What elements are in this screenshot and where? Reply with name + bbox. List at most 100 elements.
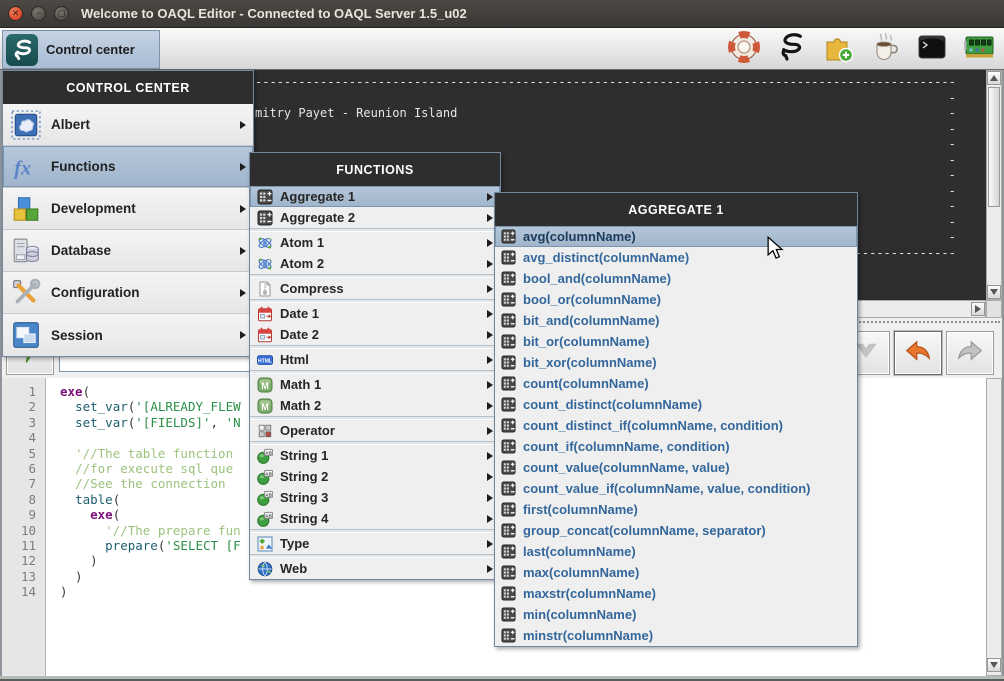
scroll-up-icon[interactable] (987, 71, 1001, 85)
menu-item-date-1[interactable]: Date 1 (250, 303, 500, 324)
menu-item-count-distinct-if-columnname-condition[interactable]: count_distinct_if(columnName, condition) (495, 415, 857, 436)
editor-vertical-scrollbar[interactable] (986, 378, 1002, 676)
menu-item-label: Type (280, 536, 309, 551)
undo-button[interactable] (894, 331, 942, 375)
line-number: 9 (2, 507, 36, 522)
aggregate1-menu: AGGREGATE 1 avg(columnName) avg_distinct(… (494, 192, 858, 647)
scroll-right-icon[interactable] (971, 302, 985, 316)
menu-item-bit-xor-columnname[interactable]: bit_xor(columnName) (495, 352, 857, 373)
menu-item-last-columnname[interactable]: last(columnName) (495, 541, 857, 562)
aggregate-icon (501, 460, 516, 475)
menu-item-functions[interactable]: fxFunctions (3, 146, 253, 188)
snake-button[interactable] (774, 32, 808, 66)
minimize-window-icon[interactable]: − (31, 6, 46, 21)
menu-item-count-if-columnname-condition[interactable]: count_if(columnName, condition) (495, 436, 857, 457)
submenu-arrow-icon (240, 331, 246, 339)
undo-icon (903, 335, 933, 370)
menu-item-operator[interactable]: Operator (250, 420, 500, 441)
submenu-arrow-icon (240, 205, 246, 213)
menu-item-maxstr-columnname[interactable]: maxstr(columnName) (495, 583, 857, 604)
menu-item-aggregate-2[interactable]: Aggregate 2 (250, 207, 500, 228)
aggregate-icon (501, 418, 516, 433)
menu-item-math-2[interactable]: MMath 2 (250, 395, 500, 416)
close-window-icon[interactable]: ✕ (8, 6, 23, 21)
atom-icon (257, 235, 273, 251)
console-vertical-scrollbar[interactable] (986, 70, 1002, 300)
menu-item-database[interactable]: Database (3, 230, 253, 272)
line-number: 3 (2, 415, 36, 430)
line-number: 4 (2, 430, 36, 445)
menu-item-bool-or-columnname[interactable]: bool_or(columnName) (495, 289, 857, 310)
menu-item-label: Session (51, 328, 103, 343)
main-toolbar: Control center (0, 28, 1004, 70)
menu-item-web[interactable]: Web (250, 558, 500, 579)
svg-text:M: M (261, 402, 269, 412)
help-lifering-button[interactable] (727, 32, 761, 66)
puzzle-icon (822, 31, 854, 68)
svg-text:fx: fx (14, 157, 31, 179)
menu-item-label: bool_and(columnName) (523, 271, 671, 286)
menu-item-count-distinct-columnname[interactable]: count_distinct(columnName) (495, 394, 857, 415)
menu-item-session[interactable]: Session (3, 314, 253, 356)
menu-item-max-columnname[interactable]: max(columnName) (495, 562, 857, 583)
submenu-arrow-icon (487, 285, 493, 293)
menu-item-math-1[interactable]: MMath 1 (250, 374, 500, 395)
menu-item-string-1[interactable]: ABString 1 (250, 445, 500, 466)
functions-menu: FUNCTIONS Aggregate 1Aggregate 2Atom 1At… (249, 152, 501, 580)
console-line: - (255, 91, 986, 107)
menu-item-count-value-if-columnname-value-condition[interactable]: count_value_if(columnName, value, condit… (495, 478, 857, 499)
menu-item-compress[interactable]: Compress (250, 278, 500, 299)
redo-button[interactable] (946, 331, 994, 375)
plugin-add-button[interactable] (821, 32, 855, 66)
scroll-down-icon[interactable] (987, 285, 1001, 299)
aggregate-icon (501, 397, 516, 412)
menu-item-bit-and-columnname[interactable]: bit_and(columnName) (495, 310, 857, 331)
menu-item-label: Compress (280, 281, 344, 296)
menu-item-string-2[interactable]: ABString 2 (250, 466, 500, 487)
menu-item-label: avg_distinct(columnName) (523, 250, 689, 265)
menu-item-min-columnname[interactable]: min(columnName) (495, 604, 857, 625)
menu-item-avg-columnname[interactable]: avg(columnName) (495, 226, 857, 247)
console-scroll-thumb[interactable] (988, 87, 1000, 207)
menu-item-label: Albert (51, 117, 90, 132)
menu-item-label: count_if(columnName, condition) (523, 439, 730, 454)
aggregate1-menu-header: AGGREGATE 1 (495, 193, 857, 226)
menu-item-label: bit_xor(columnName) (523, 355, 657, 370)
menu-item-label: Database (51, 243, 111, 258)
control-center-button[interactable]: Control center (2, 30, 160, 69)
memory-card-button[interactable] (962, 32, 996, 66)
aggregate-icon (501, 229, 516, 244)
menu-item-label: bit_and(columnName) (523, 313, 660, 328)
menu-item-label: group_concat(columnName, separator) (523, 523, 766, 538)
menu-item-group-concat-columnname-separator[interactable]: group_concat(columnName, separator) (495, 520, 857, 541)
menu-item-development[interactable]: Development (3, 188, 253, 230)
menu-item-string-4[interactable]: ABString 4 (250, 508, 500, 529)
menu-item-count-columnname[interactable]: count(columnName) (495, 373, 857, 394)
scroll-down-icon[interactable] (987, 658, 1001, 672)
menu-item-atom-1[interactable]: Atom 1 (250, 232, 500, 253)
menu-item-bit-or-columnname[interactable]: bit_or(columnName) (495, 331, 857, 352)
menu-item-bool-and-columnname[interactable]: bool_and(columnName) (495, 268, 857, 289)
menu-item-first-columnname[interactable]: first(columnName) (495, 499, 857, 520)
maximize-window-icon[interactable]: ◻ (54, 6, 69, 21)
menu-item-configuration[interactable]: Configuration (3, 272, 253, 314)
menu-item-label: last(columnName) (523, 544, 636, 559)
oaql-editor-window: ✕ − ◻ Welcome to OAQL Editor - Connected… (0, 0, 1004, 681)
menu-item-aggregate-1[interactable]: Aggregate 1 (250, 186, 500, 207)
menu-item-label: Math 1 (280, 377, 321, 392)
menu-item-minstr-columnname[interactable]: minstr(columnName) (495, 625, 857, 646)
terminal-button[interactable] (915, 32, 949, 66)
menu-item-label: Development (51, 201, 136, 216)
menu-item-avg-distinct-columnname[interactable]: avg_distinct(columnName) (495, 247, 857, 268)
java-coffee-button[interactable] (868, 32, 902, 66)
menu-item-albert[interactable]: Albert (3, 104, 253, 146)
control-center-menu: CONTROL CENTER AlbertfxFunctionsDevelopm… (2, 70, 254, 357)
menu-item-count-value-columnname-value[interactable]: count_value(columnName, value) (495, 457, 857, 478)
menu-item-atom-2[interactable]: Atom 2 (250, 253, 500, 274)
menu-item-string-3[interactable]: ABString 3 (250, 487, 500, 508)
menu-item-html[interactable]: HTMLHtml (250, 349, 500, 370)
svg-text:AB: AB (265, 471, 272, 476)
menu-item-type[interactable]: Type (250, 533, 500, 554)
line-number: 10 (2, 523, 36, 538)
menu-item-date-2[interactable]: Date 2 (250, 324, 500, 345)
